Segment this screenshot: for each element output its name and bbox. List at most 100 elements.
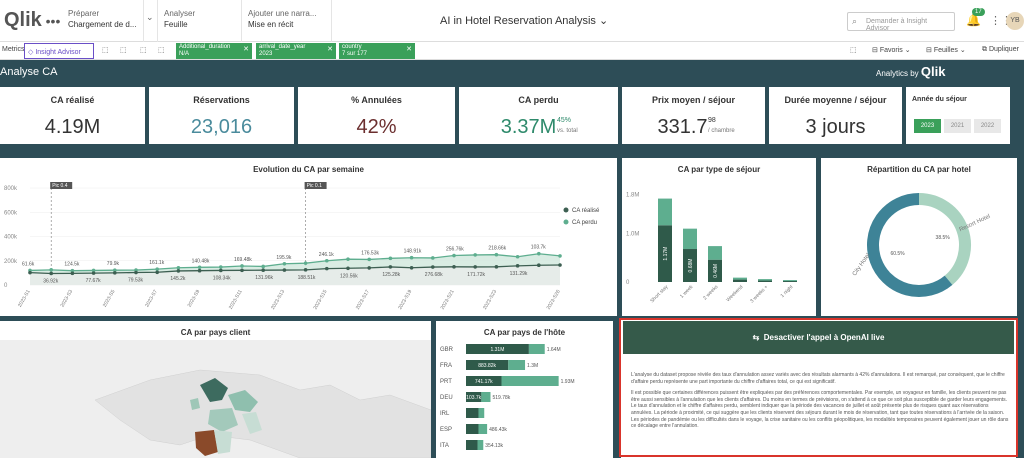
- data-point: [452, 253, 456, 258]
- x-tick-label: 2023-S26: [546, 289, 562, 311]
- selection-tool-icon[interactable]: ⬚: [102, 46, 109, 54]
- x-tick-label: 2023-S7: [144, 289, 159, 309]
- sheets-button[interactable]: ⊟ Feuilles ⌄: [926, 46, 966, 54]
- y-tick-label: 800k: [4, 186, 18, 192]
- kpi-sub-value: 98: [708, 117, 716, 124]
- search-input[interactable]: ⌕ Demander à Insight Advisor: [847, 12, 955, 32]
- kpi-ca-perdu[interactable]: CA perdu 3.37M 45% vs. total: [459, 87, 618, 144]
- year-option-2023[interactable]: 2023: [914, 119, 941, 133]
- data-point: [515, 254, 520, 259]
- year-option-2022[interactable]: 2022: [974, 119, 1001, 133]
- y-tick-label: 400k: [4, 235, 18, 241]
- x-tick-label: 2023-S23: [482, 289, 498, 311]
- x-tick-label: 2023-S1: [17, 289, 32, 309]
- y-tick-label: 0: [626, 280, 630, 286]
- hotel-split-chart-panel[interactable]: Répartition du CA par hotel 38.5% Resort …: [821, 158, 1017, 316]
- data-label: 103.7k: [531, 245, 547, 251]
- data-point: [155, 270, 159, 275]
- stay-type-chart-panel[interactable]: CA par type de séjour 0 1.0M 1.8M 1.17M Shor…: [622, 158, 816, 316]
- data-point: [176, 269, 181, 273]
- legend-label: CA perdu: [572, 220, 597, 226]
- line-chart-panel[interactable]: Evolution du CA par semaine 0 200k 400k 600…: [0, 158, 617, 316]
- selections-icon[interactable]: ⬚: [850, 46, 857, 54]
- data-point: [367, 257, 372, 262]
- data-point: [282, 268, 287, 272]
- data-label: 218.66k: [488, 246, 506, 252]
- close-icon[interactable]: ✕: [243, 46, 249, 53]
- bar-label: 103.7k: [466, 395, 482, 401]
- avatar[interactable]: YB: [1006, 12, 1024, 30]
- y-tick-label: IRL: [440, 411, 450, 417]
- data-label: 188.51k: [298, 275, 316, 281]
- bar-ca-perdu: [478, 408, 485, 418]
- data-point: [219, 265, 223, 269]
- filter-chip[interactable]: arrival_date_year 2023 ✕: [256, 43, 336, 59]
- nav-step-prepare[interactable]: Préparer Chargement de d...: [62, 0, 144, 42]
- data-label: 246.1k: [319, 252, 335, 258]
- close-icon[interactable]: ✕: [327, 46, 333, 53]
- country-bar-chart[interactable]: GBR 1.31M 1.64M FRA 883.82k 1.3M PRT 741.17k 1.9…: [436, 340, 613, 458]
- metrics-button[interactable]: Metrics: [2, 46, 25, 53]
- data-point: [473, 265, 478, 269]
- nav-step-narrate[interactable]: Ajouter une narra... Mise en récit: [242, 0, 332, 42]
- country-chart-panel[interactable]: CA par pays de l'hôte GBR 1.31M 1.64M FRA 88…: [436, 321, 613, 458]
- data-point: [473, 253, 478, 257]
- filter-chip[interactable]: Additional_duration N/A ✕: [176, 43, 252, 59]
- clear-selections-icon[interactable]: ⬚: [158, 46, 165, 54]
- x-tick-label: 1 night: [780, 284, 795, 299]
- chart-title: CA par pays de l'hôte: [483, 328, 566, 337]
- bar-ca-perdu: [477, 440, 484, 450]
- chevron-down-icon[interactable]: ⌄: [144, 0, 158, 42]
- filter-field: Additional_duration: [179, 44, 231, 50]
- hotel-donut-chart[interactable]: 38.5%Resort Hotel60.5%City Hotel: [821, 170, 1017, 315]
- data-point: [303, 261, 308, 265]
- bar-ca-perdu: [478, 424, 488, 434]
- sheet-title: Analyse CA: [0, 66, 58, 78]
- kpi-label: Prix moyen / séjour: [651, 95, 736, 105]
- kpi-label: Réservations: [193, 95, 250, 105]
- insight-advisor-button[interactable]: ◇ Insight Advisor: [24, 43, 94, 59]
- analytics-by-logo: Analytics by Qlik: [876, 64, 946, 79]
- bar-total-label: 519.78k: [492, 395, 510, 401]
- filter-chip[interactable]: country 7 sur 177 ✕: [339, 43, 415, 59]
- kpi-sub-label: vs. total: [557, 128, 578, 134]
- chart-title: CA par pays client: [180, 328, 251, 337]
- bar-label: 0.68M: [688, 259, 694, 273]
- y-tick-label: GBR: [440, 347, 454, 353]
- kpi-pct-annulees[interactable]: % Annulées 42%: [298, 87, 455, 144]
- kpi-duree-moyenne[interactable]: Durée moyenne / séjour 3 jours: [769, 87, 902, 144]
- y-tick-label: 200k: [4, 259, 18, 265]
- data-label: 108.34k: [213, 275, 231, 281]
- line-chart[interactable]: 0 200k 400k 600k 800k Pic 0.4 Pic 0.1 61.6k 36.9…: [0, 170, 617, 315]
- qlik-logo[interactable]: Qlik: [0, 9, 44, 32]
- data-label: 120.56k: [340, 273, 358, 279]
- x-tick-label: 2023-S5: [102, 289, 117, 309]
- kpi-sub-label: / chambre: [708, 128, 735, 134]
- bookmarks-button[interactable]: ⊟ Favoris ⌄: [872, 46, 911, 54]
- world-map[interactable]: [0, 340, 431, 458]
- kpi-reservations[interactable]: Réservations 23,016: [149, 87, 294, 144]
- year-filter-label: Année du séjour: [912, 96, 967, 103]
- map-panel[interactable]: CA par pays client: [0, 321, 431, 458]
- nav-step-label: Préparer: [68, 8, 100, 18]
- kpi-prix-moyen[interactable]: Prix moyen / séjour 331.7 98 / chambre: [622, 87, 765, 144]
- step-back-icon[interactable]: ⬚: [120, 46, 127, 54]
- kpi-label: CA réalisé: [50, 95, 95, 105]
- bar-total-label: 1.64M: [547, 347, 561, 353]
- step-forward-icon[interactable]: ⬚: [140, 46, 147, 54]
- year-option-2021[interactable]: 2021: [944, 119, 971, 133]
- bar-label: 0.46M: [713, 264, 719, 278]
- app-title[interactable]: AI in Hotel Reservation Analysis ⌄: [440, 14, 608, 27]
- nav-step-analyze[interactable]: Analyser Feuille: [158, 0, 242, 42]
- highlight-frame: [619, 318, 1018, 457]
- duplicate-button[interactable]: ⧉ Dupliquer: [982, 46, 1019, 54]
- data-point: [49, 271, 53, 276]
- kpi-ca-realise[interactable]: CA réalisé 4.19M: [0, 87, 145, 144]
- kpi-label: CA perdu: [518, 95, 559, 105]
- bar-ca-realise: [783, 281, 797, 282]
- more-menu-icon[interactable]: •••: [44, 13, 62, 29]
- close-icon[interactable]: ✕: [406, 46, 412, 53]
- stay-type-chart[interactable]: 0 1.0M 1.8M 1.17M Short stay 0.68M 1 week 0.46M…: [622, 170, 816, 315]
- bar-ca-realise: [733, 279, 747, 282]
- legend-label: CA réalisé: [572, 208, 600, 214]
